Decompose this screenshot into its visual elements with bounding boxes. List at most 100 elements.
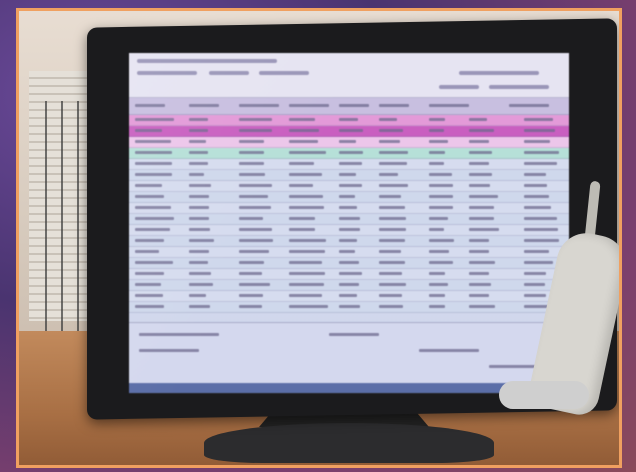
table-cell: [189, 173, 204, 176]
table-cell: [469, 272, 489, 275]
table-cell: [524, 250, 549, 253]
table-cell: [339, 129, 363, 132]
table-cell: [429, 140, 448, 143]
table-cell: [189, 239, 214, 242]
table-cell: [289, 239, 326, 242]
table-row: [129, 148, 569, 159]
table-cell: [239, 228, 272, 231]
table-cell: [135, 217, 174, 220]
table-cell: [524, 184, 547, 187]
table-cell: [239, 118, 272, 121]
table-cell: [135, 184, 162, 187]
table-cell: [289, 129, 319, 132]
table-row: [129, 258, 569, 269]
table-cell: [339, 184, 362, 187]
table-cell: [239, 173, 265, 176]
table-cell: [189, 206, 209, 209]
table-row: [129, 137, 569, 148]
table-cell: [524, 162, 557, 165]
table-cell: [339, 272, 362, 275]
table-cell: [189, 283, 213, 286]
table-cell: [429, 272, 445, 275]
table-cell: [379, 184, 408, 187]
table-cell: [379, 305, 403, 308]
table-cell: [135, 228, 170, 231]
table-cell: [189, 184, 211, 187]
table-cell: [189, 228, 210, 231]
table-cell: [339, 250, 355, 253]
table-cell: [239, 261, 264, 264]
table-cell: [239, 129, 272, 132]
table-cell: [289, 261, 322, 264]
table-cell: [135, 305, 164, 308]
photo-frame: [16, 8, 622, 468]
table-cell: [189, 151, 208, 154]
table-cell: [524, 272, 546, 275]
table-cell: [429, 195, 453, 198]
table-cell: [524, 228, 558, 231]
table-row: [129, 302, 569, 313]
app-toolbar: [129, 53, 569, 98]
table-row: [129, 181, 569, 192]
table-cell: [379, 283, 406, 286]
table-cell: [339, 206, 357, 209]
table-cell: [135, 140, 171, 143]
table-cell: [469, 305, 495, 308]
table-cell: [469, 173, 492, 176]
table-cell: [189, 250, 209, 253]
table-cell: [189, 162, 208, 165]
table-row: [129, 126, 569, 137]
table-cell: [289, 250, 325, 253]
table-cell: [339, 261, 359, 264]
table-cell: [379, 140, 400, 143]
table-cell: [429, 228, 444, 231]
table-cell: [289, 272, 325, 275]
table-cell: [379, 239, 405, 242]
table-cell: [379, 206, 405, 209]
table-cell: [379, 162, 407, 165]
table-cell: [289, 228, 315, 231]
table-cell: [524, 173, 546, 176]
table-cell: [189, 195, 209, 198]
table-cell: [135, 261, 173, 264]
table-cell: [429, 173, 452, 176]
table-cell: [429, 184, 453, 187]
table-cell: [239, 305, 262, 308]
table-cell: [339, 217, 360, 220]
table-cell: [524, 261, 553, 264]
table-cell: [524, 195, 549, 198]
table-cell: [469, 228, 499, 231]
table-row: [129, 115, 569, 126]
table-cell: [469, 118, 487, 121]
table-cell: [379, 250, 401, 253]
table-cell: [524, 151, 559, 154]
table-row: [129, 269, 569, 280]
table-cell: [135, 151, 172, 154]
table-cell: [379, 294, 402, 297]
table-cell: [469, 162, 489, 165]
table-cell: [379, 195, 401, 198]
table-cell: [189, 261, 208, 264]
table-row: [129, 214, 569, 225]
table-cell: [135, 118, 174, 121]
table-cell: [239, 294, 263, 297]
table-cell: [379, 173, 398, 176]
table-cell: [339, 195, 355, 198]
table-row: [129, 291, 569, 302]
table-cell: [339, 162, 362, 165]
table-cell: [339, 228, 360, 231]
table-cell: [239, 206, 271, 209]
table-cell: [339, 173, 356, 176]
table-cell: [135, 195, 164, 198]
table-cell: [189, 129, 208, 132]
table-cell: [469, 206, 494, 209]
table-row: [129, 159, 569, 170]
table-cell: [469, 261, 495, 264]
monitor-base: [204, 423, 494, 463]
table-cell: [239, 184, 272, 187]
table-row: [129, 247, 569, 258]
table-cell: [289, 184, 313, 187]
table-cell: [469, 217, 494, 220]
table-header: [129, 98, 569, 115]
table-cell: [339, 118, 358, 121]
